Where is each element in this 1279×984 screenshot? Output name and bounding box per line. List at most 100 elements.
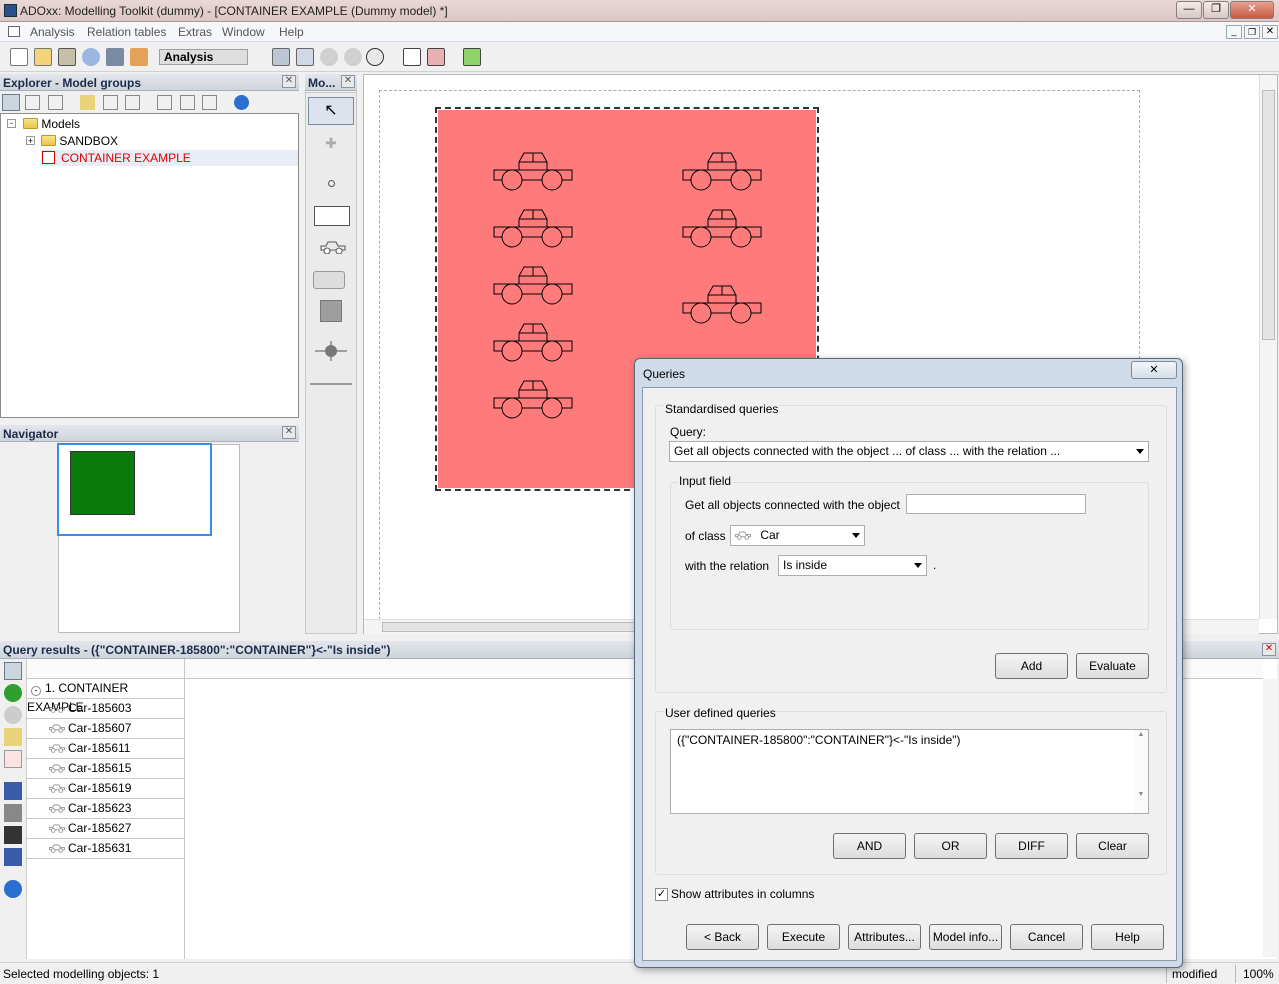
minimize-button[interactable]: — [1176, 1, 1202, 19]
attributes-button[interactable]: Attributes... [848, 924, 921, 950]
import-export-icon[interactable] [130, 48, 148, 66]
new-model-icon[interactable] [10, 48, 28, 66]
relations-icon[interactable] [80, 95, 95, 110]
help-icon[interactable] [4, 880, 22, 898]
calendar-icon[interactable] [403, 48, 421, 66]
mdi-close-button[interactable]: ✕ [1262, 25, 1278, 39]
diff-button[interactable]: DIFF [995, 833, 1068, 859]
close-button[interactable]: ✕ [1230, 1, 1274, 19]
windows-view-icon[interactable] [25, 95, 40, 110]
and-button[interactable]: AND [833, 833, 906, 859]
horizontal-scrollbar-thumb[interactable] [382, 622, 662, 632]
chart-icon[interactable] [4, 848, 22, 866]
tree-node-container-example[interactable]: CONTAINER EXAMPLE [41, 150, 298, 166]
result-group-row[interactable]: -1. CONTAINER EXAMPLE [27, 679, 185, 714]
table-row[interactable]: Car-185615 [27, 759, 185, 779]
tree-expand-toggle[interactable]: + [26, 136, 35, 146]
query-icon[interactable] [463, 48, 481, 66]
dialog-close-button[interactable]: ✕ [1131, 361, 1177, 379]
car-tool-icon[interactable] [320, 240, 346, 255]
help-icon[interactable] [234, 95, 249, 110]
car-185615[interactable] [493, 323, 573, 362]
help-button[interactable]: Help [1091, 924, 1164, 950]
print-icon[interactable] [4, 804, 22, 822]
export-icon[interactable] [4, 662, 22, 680]
evaluation-icon[interactable] [106, 48, 124, 66]
car-185623[interactable] [682, 152, 762, 191]
menu-window[interactable]: Window [222, 25, 265, 39]
tree-node-models[interactable]: Models [23, 117, 80, 131]
show-attributes-checkbox[interactable]: ✓ [655, 888, 668, 901]
explorer-close-button[interactable]: ✕ [282, 75, 296, 88]
query-results-close-button[interactable]: ✕ [1262, 643, 1276, 656]
vertical-scrollbar[interactable] [1259, 75, 1277, 619]
relations-icon[interactable] [4, 728, 22, 746]
menu-help[interactable]: Help [279, 25, 304, 39]
add-button[interactable]: Add [995, 653, 1068, 679]
mode-selector[interactable]: Analysis [159, 49, 248, 65]
delete-icon[interactable] [4, 750, 22, 768]
navigator-viewport[interactable] [57, 443, 212, 536]
models-view-icon[interactable] [2, 94, 20, 111]
model-info-button[interactable]: Model info... [929, 924, 1002, 950]
tree-node-sandbox[interactable]: SANDBOX [41, 134, 118, 148]
expand-icon[interactable] [157, 95, 172, 110]
script-icon[interactable] [125, 95, 140, 110]
execute-button[interactable]: Execute [767, 924, 840, 950]
collapse-icon[interactable]: - [31, 686, 41, 696]
vertical-scrollbar[interactable] [1263, 679, 1277, 957]
find-icon[interactable] [4, 826, 22, 844]
evaluate-button[interactable]: Evaluate [1076, 653, 1149, 679]
container-tool-icon[interactable] [314, 206, 350, 226]
table-row[interactable]: Car-185627 [27, 819, 185, 839]
mdi-restore-button[interactable]: ❐ [1244, 25, 1260, 39]
menu-extras[interactable]: Extras [178, 25, 212, 39]
clear-button[interactable]: Clear [1076, 833, 1149, 859]
table-row[interactable]: Car-185631 [27, 839, 185, 859]
query-select[interactable]: Get all objects connected with the objec… [669, 441, 1149, 462]
modelling-bar-close-button[interactable]: ✕ [341, 75, 355, 88]
car-185611[interactable] [493, 266, 573, 305]
car-185619[interactable] [493, 380, 573, 419]
car-185631[interactable] [682, 285, 762, 324]
database-icon[interactable] [272, 48, 290, 66]
car-185607[interactable] [493, 209, 573, 248]
table-row[interactable]: Car-185619 [27, 779, 185, 799]
collapse-all-icon[interactable] [202, 95, 217, 110]
user-query-textarea[interactable]: ({"CONTAINER-185800":"CONTAINER"}<-"Is i… [670, 729, 1149, 814]
back-button[interactable]: < Back [686, 924, 759, 950]
car-185627[interactable] [682, 209, 762, 248]
go-back-icon[interactable] [4, 684, 22, 702]
crosshair-tool-icon[interactable] [315, 341, 347, 361]
pointer-tool-icon[interactable]: ↖ [308, 97, 354, 125]
vertical-scrollbar-thumb[interactable] [1262, 90, 1275, 340]
textarea-scrollbar[interactable]: ▲ ▼ [1134, 730, 1148, 813]
table-row[interactable]: Car-185607 [27, 719, 185, 739]
object-input[interactable] [906, 494, 1086, 514]
note-tool-icon[interactable] [313, 271, 345, 289]
class-select[interactable]: Car [730, 525, 865, 546]
table-row[interactable]: Car-185611 [27, 739, 185, 759]
go-forward-icon[interactable] [4, 706, 22, 724]
menu-analysis[interactable]: Analysis [30, 25, 75, 39]
filled-rect-tool-icon[interactable] [320, 300, 342, 322]
table-row[interactable]: Car-185603 [27, 699, 185, 719]
navigator-close-button[interactable]: ✕ [282, 426, 296, 439]
tree-collapse-toggle[interactable]: - [7, 119, 16, 128]
copy-icon[interactable] [103, 95, 118, 110]
or-button[interactable]: OR [914, 833, 987, 859]
table-row[interactable]: Car-185623 [27, 799, 185, 819]
report-icon[interactable] [427, 48, 445, 66]
menu-relation-tables[interactable]: Relation tables [87, 25, 166, 39]
cancel-button[interactable]: Cancel [1010, 924, 1083, 950]
mdi-minimize-button[interactable]: _ [1226, 25, 1242, 39]
collapse-icon[interactable] [180, 95, 195, 110]
relation-select[interactable]: Is inside [778, 555, 927, 576]
window-icon[interactable] [296, 48, 314, 66]
navigate-icon[interactable] [366, 48, 384, 66]
simulation-icon[interactable] [82, 48, 100, 66]
edit-icon[interactable] [34, 48, 52, 66]
maximize-button[interactable]: ❐ [1203, 1, 1229, 19]
back-icon[interactable] [320, 48, 338, 66]
tree-view-icon[interactable] [48, 95, 63, 110]
